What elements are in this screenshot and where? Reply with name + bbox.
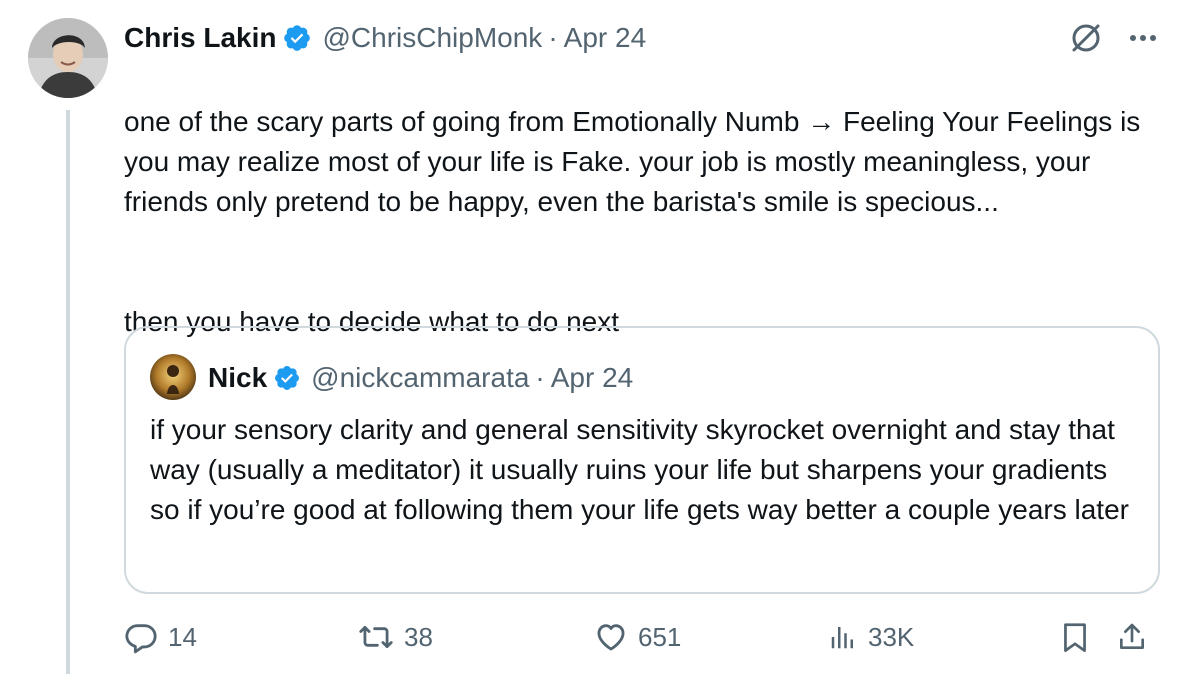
views-icon [828,620,858,654]
more-options-icon[interactable] [1128,23,1158,53]
quoted-tweet-text: if your sensory clarity and general sens… [150,414,1129,525]
quoted-author-handle[interactable]: @nickcammarata [311,362,529,394]
share-button[interactable] [1116,614,1148,660]
author-name[interactable]: Chris Lakin [124,22,276,54]
verified-badge-icon[interactable] [273,364,301,392]
tweet-timestamp[interactable]: Apr 24 [564,22,647,54]
grok-icon[interactable] [1068,20,1104,56]
like-button[interactable]: 651 [594,614,681,660]
tweet: Chris Lakin @ChrisChipMonk · Apr 24 one … [0,0,1180,674]
heart-icon [594,620,628,654]
repost-count: 38 [404,621,433,652]
separator-dot: · [535,362,545,393]
tweet-header: Chris Lakin @ChrisChipMonk · Apr 24 [124,18,646,58]
views-count: 33K [868,621,915,652]
tweet-text-paragraph: one of the scary parts of going from Emo… [124,106,1141,217]
reply-icon [124,620,158,654]
like-count: 651 [638,621,682,652]
bookmark-button[interactable] [1060,614,1090,660]
quoted-tweet-header: Nick @nickcammarata · Apr 24 [208,358,633,398]
views-button[interactable]: 33K [828,614,914,660]
quoted-tweet[interactable]: Nick @nickcammarata · Apr 24 if your sen… [124,326,1160,594]
quoted-author-name[interactable]: Nick [208,362,267,394]
verified-badge-icon[interactable] [282,23,312,53]
quoted-author-avatar[interactable] [150,354,196,400]
repost-icon [358,620,394,654]
action-bar: 14 38 651 33K [124,614,1160,660]
top-right-icons [1068,20,1158,56]
reply-count: 14 [168,621,197,652]
author-avatar[interactable] [28,18,108,98]
separator-dot: · [548,22,558,53]
reply-button[interactable]: 14 [124,614,197,660]
quoted-tweet-timestamp[interactable]: Apr 24 [551,362,634,394]
thread-line [66,110,70,674]
author-handle[interactable]: @ChrisChipMonk [322,22,542,54]
share-icon [1116,620,1148,654]
bookmark-icon [1060,620,1090,654]
repost-button[interactable]: 38 [358,614,433,660]
